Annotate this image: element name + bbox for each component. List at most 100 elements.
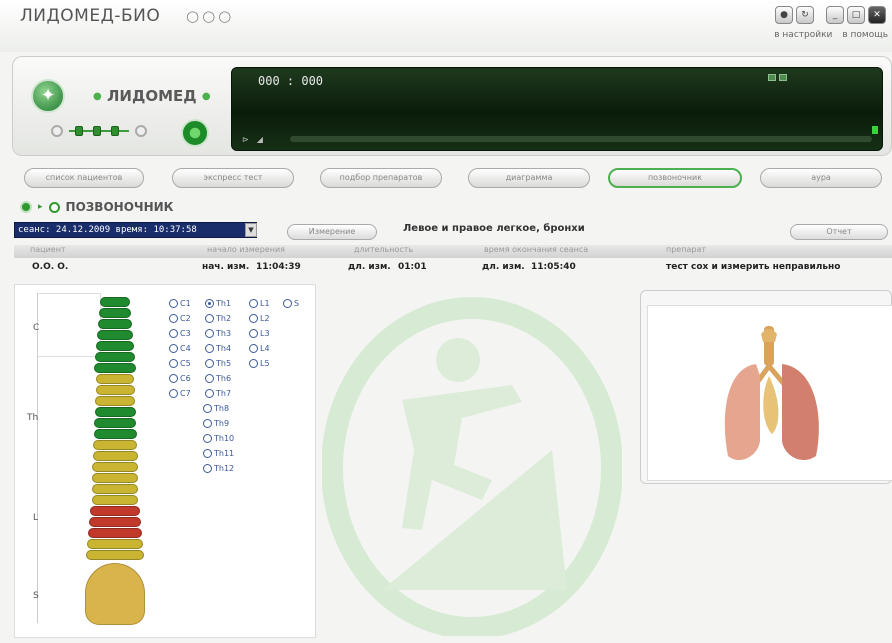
radio-dot[interactable] xyxy=(249,329,258,338)
close-icon[interactable]: ✕ xyxy=(868,6,886,24)
refresh-icon[interactable]: ↻ xyxy=(796,6,814,24)
radio-dot[interactable] xyxy=(249,314,258,323)
progress-bar[interactable] xyxy=(290,136,872,142)
radio-th4[interactable]: Th4 xyxy=(205,344,231,353)
radio-dot[interactable] xyxy=(169,359,178,368)
radio-dot[interactable] xyxy=(203,404,212,413)
radio-dot[interactable] xyxy=(249,299,258,308)
radio-dot[interactable] xyxy=(205,314,214,323)
radio-dot[interactable] xyxy=(203,419,212,428)
radio-c3[interactable]: C3 xyxy=(169,329,191,338)
volume-slider-row xyxy=(51,125,147,137)
radio-l1[interactable]: L1 xyxy=(249,299,270,308)
volume-icon[interactable]: ◢ xyxy=(257,135,263,144)
radio-th10[interactable]: Th10 xyxy=(203,434,234,443)
tab-express-test[interactable]: экспресс тест xyxy=(172,168,294,188)
power-button[interactable] xyxy=(181,119,209,147)
radio-th7[interactable]: Th7 xyxy=(205,389,231,398)
chevron-down-icon[interactable]: ▼ xyxy=(245,223,257,237)
radio-c2[interactable]: C2 xyxy=(169,314,191,323)
table-header: пациент начало измерения длительность вр… xyxy=(14,245,892,258)
slider-knob[interactable] xyxy=(75,126,83,136)
radio-dot[interactable] xyxy=(249,344,258,353)
maximize-icon[interactable]: □ xyxy=(847,6,865,24)
vertebra-segment xyxy=(65,495,165,505)
radio-c1[interactable]: C1 xyxy=(169,299,191,308)
radio-dot[interactable] xyxy=(169,374,178,383)
slider-max-icon[interactable] xyxy=(135,125,147,137)
radio-th5[interactable]: Th5 xyxy=(205,359,231,368)
radio-s[interactable]: S xyxy=(283,299,299,308)
vertebra-segment xyxy=(65,451,165,461)
radio-th9[interactable]: Th9 xyxy=(203,419,229,428)
radio-dot[interactable] xyxy=(203,434,212,443)
radio-dot[interactable] xyxy=(169,344,178,353)
tab-drug-selection[interactable]: подбор препаратов xyxy=(320,168,442,188)
column-header: препарат xyxy=(666,245,707,254)
display-mode-icon[interactable] xyxy=(779,74,787,81)
radio-dot[interactable] xyxy=(203,464,212,473)
radio-c5[interactable]: C5 xyxy=(169,359,191,368)
radio-th6[interactable]: Th6 xyxy=(205,374,231,383)
settings-link[interactable]: в настройки xyxy=(774,30,832,40)
top-links: в настройки в помощь xyxy=(774,30,888,40)
radio-l5[interactable]: L5 xyxy=(249,359,270,368)
radio-th3[interactable]: Th3 xyxy=(205,329,231,338)
slider-min-icon[interactable] xyxy=(51,125,63,137)
radio-dot[interactable] xyxy=(169,329,178,338)
radio-dot[interactable] xyxy=(205,389,214,398)
radio-l3[interactable]: L3 xyxy=(249,329,270,338)
radio-th8[interactable]: Th8 xyxy=(203,404,229,413)
volume-slider[interactable] xyxy=(69,125,129,137)
tab-spine[interactable]: позвоночник xyxy=(608,168,742,188)
radio-dot[interactable] xyxy=(203,449,212,458)
radio-c7[interactable]: C7 xyxy=(169,389,191,398)
radio-dot[interactable] xyxy=(205,299,214,308)
radio-dot[interactable] xyxy=(205,344,214,353)
radio-dot[interactable] xyxy=(205,329,214,338)
slider-knob[interactable] xyxy=(93,126,101,136)
slider-knob[interactable] xyxy=(111,126,119,136)
radio-th1[interactable]: Th1 xyxy=(205,299,231,308)
radio-dot[interactable] xyxy=(169,314,178,323)
radio-label: L3 xyxy=(260,329,270,338)
tab-diagram[interactable]: диаграмма xyxy=(468,168,590,188)
radio-c4[interactable]: C4 xyxy=(169,344,191,353)
radio-dot[interactable] xyxy=(249,359,258,368)
radio-dot[interactable] xyxy=(205,359,214,368)
record-icon[interactable]: ● xyxy=(775,6,793,24)
radio-dot[interactable] xyxy=(169,299,178,308)
radio-th12[interactable]: Th12 xyxy=(203,464,234,473)
table-row[interactable]: О.О. О. нач. изм. 11:04:39 дл. изм. 01:0… xyxy=(14,262,892,276)
home-icon[interactable] xyxy=(20,201,32,213)
radio-label: C4 xyxy=(180,344,191,353)
vertebra-segment xyxy=(65,440,165,450)
radio-l4[interactable]: L4 xyxy=(249,344,270,353)
help-link[interactable]: в помощь xyxy=(842,30,888,40)
minimize-icon[interactable]: _ xyxy=(826,6,844,24)
radio-th2[interactable]: Th2 xyxy=(205,314,231,323)
report-button[interactable]: Отчет xyxy=(790,224,888,240)
radio-label: Th7 xyxy=(216,389,232,398)
radio-label: Th10 xyxy=(214,434,235,443)
radio-dot[interactable] xyxy=(283,299,292,308)
radio-dot[interactable] xyxy=(205,374,214,383)
radio-dot[interactable] xyxy=(169,389,178,398)
tab-aura[interactable]: аура xyxy=(760,168,882,188)
title-bar: ЛИДОМЕД-БИО ○○○ ● ↻ _ □ ✕ в настройки в … xyxy=(0,0,892,52)
vertebra-body xyxy=(95,396,135,406)
session-select[interactable]: сеанс: 24.12.2009 время: 10:37:58 xyxy=(14,222,257,238)
radio-c6[interactable]: C6 xyxy=(169,374,191,383)
vertebra-body xyxy=(99,308,131,318)
display-mode-icon[interactable] xyxy=(768,74,776,81)
tab-patient-list[interactable]: список пациентов xyxy=(24,168,144,188)
drug-cell: тест сох и измерить неправильно xyxy=(666,262,841,272)
region-label-c: C xyxy=(33,323,40,333)
app-title: ЛИДОМЕД-БИО xyxy=(20,6,161,26)
main-nav: список пациентов экспресс тест подбор пр… xyxy=(24,168,890,188)
radio-l2[interactable]: L2 xyxy=(249,314,270,323)
play-icon[interactable]: ⊳ xyxy=(242,135,249,144)
radio-th11[interactable]: Th11 xyxy=(203,449,234,458)
measure-button[interactable]: Измерение xyxy=(287,224,377,240)
